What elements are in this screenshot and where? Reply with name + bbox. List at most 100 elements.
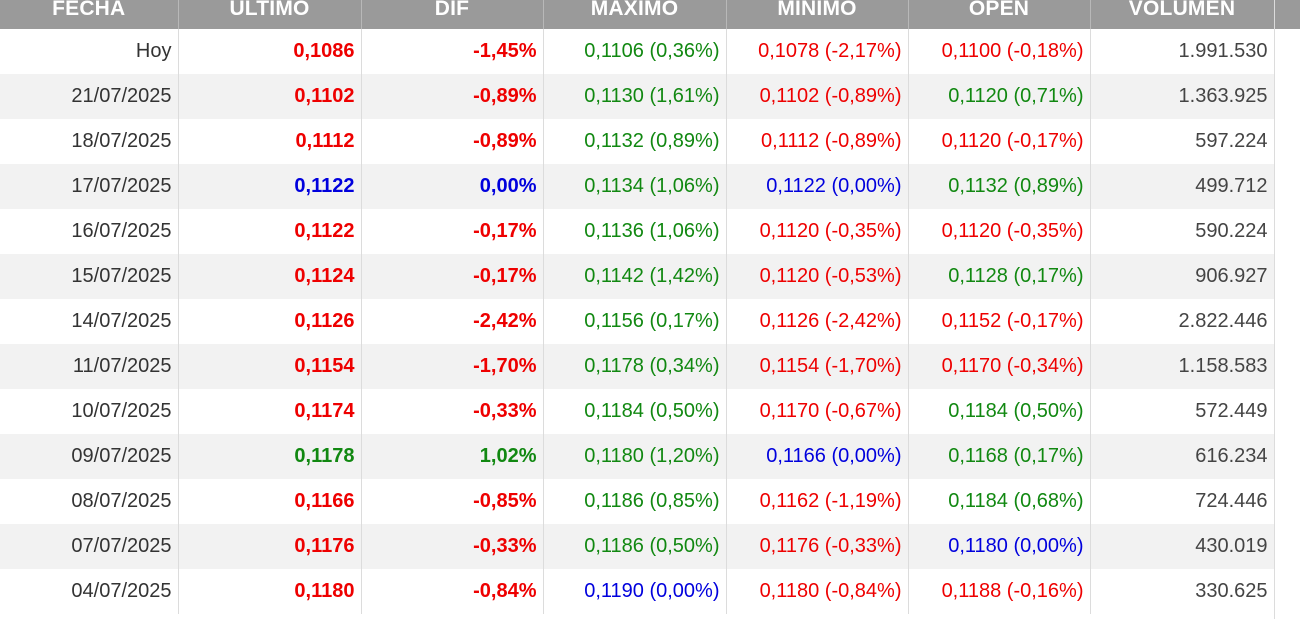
- cell-maximo: 0,1178 (0,34%): [543, 344, 727, 389]
- scroll-edge: [1274, 0, 1300, 619]
- cell-open: 0,1120 (-0,35%): [908, 209, 1091, 254]
- cell-open: 0,1128 (0,17%): [908, 254, 1091, 299]
- cell-ultimo: 0,1180: [178, 569, 362, 614]
- header-dif[interactable]: DIF: [361, 0, 544, 29]
- cell-volumen: 590.224: [1090, 209, 1275, 254]
- cell-open: 0,1168 (0,17%): [908, 434, 1091, 479]
- table-row: 18/07/2025 0,1112 -0,89% 0,1132 (0,89%) 0,11…: [0, 119, 1275, 164]
- cell-fecha: 04/07/2025: [0, 569, 179, 614]
- cell-minimo: 0,1122 (0,00%): [726, 164, 909, 209]
- table-row: 07/07/2025 0,1176 -0,33% 0,1186 (0,50%) 0,11…: [0, 524, 1275, 569]
- cell-open: 0,1120 (-0,17%): [908, 119, 1091, 164]
- cell-ultimo: 0,1086: [178, 29, 362, 74]
- cell-open: 0,1132 (0,89%): [908, 164, 1091, 209]
- table-row: 14/07/2025 0,1126 -2,42% 0,1156 (0,17%) 0,11…: [0, 299, 1275, 344]
- cell-minimo: 0,1120 (-0,53%): [726, 254, 909, 299]
- cell-open: 0,1152 (-0,17%): [908, 299, 1091, 344]
- cell-dif: -0,89%: [361, 119, 544, 164]
- cell-maximo: 0,1130 (1,61%): [543, 74, 727, 119]
- cell-minimo: 0,1154 (-1,70%): [726, 344, 909, 389]
- cell-maximo: 0,1190 (0,00%): [543, 569, 727, 614]
- cell-dif: -0,33%: [361, 524, 544, 569]
- cell-open: 0,1188 (-0,16%): [908, 569, 1091, 614]
- cell-volumen: 1.363.925: [1090, 74, 1275, 119]
- cell-volumen: 572.449: [1090, 389, 1275, 434]
- cell-minimo: 0,1180 (-0,84%): [726, 569, 909, 614]
- cell-minimo: 0,1166 (0,00%): [726, 434, 909, 479]
- cell-ultimo: 0,1154: [178, 344, 362, 389]
- cell-dif: -0,33%: [361, 389, 544, 434]
- cell-ultimo: 0,1122: [178, 209, 362, 254]
- cell-volumen: 597.224: [1090, 119, 1275, 164]
- table-row: 08/07/2025 0,1166 -0,85% 0,1186 (0,85%) 0,11…: [0, 479, 1275, 524]
- table-row: 17/07/2025 0,1122 0,00% 0,1134 (1,06%) 0,112…: [0, 164, 1275, 209]
- cell-minimo: 0,1162 (-1,19%): [726, 479, 909, 524]
- header-maximo[interactable]: MAXIMO: [543, 0, 727, 29]
- cell-fecha: 07/07/2025: [0, 524, 179, 569]
- table-row: 04/07/2025 0,1180 -0,84% 0,1190 (0,00%) 0,11…: [0, 569, 1275, 614]
- cell-fecha: 08/07/2025: [0, 479, 179, 524]
- cell-volumen: 1.158.583: [1090, 344, 1275, 389]
- header-open[interactable]: OPEN: [908, 0, 1091, 29]
- table-row: 10/07/2025 0,1174 -0,33% 0,1184 (0,50%) 0,11…: [0, 389, 1275, 434]
- table-row: Hoy 0,1086 -1,45% 0,1106 (0,36%) 0,1078 (-2,…: [0, 29, 1275, 74]
- cell-ultimo: 0,1102: [178, 74, 362, 119]
- cell-dif: -0,17%: [361, 209, 544, 254]
- table-row: 09/07/2025 0,1178 1,02% 0,1180 (1,20%) 0,116…: [0, 434, 1275, 479]
- cell-ultimo: 0,1174: [178, 389, 362, 434]
- cell-fecha: Hoy: [0, 29, 179, 74]
- cell-ultimo: 0,1178: [178, 434, 362, 479]
- historical-prices-table-container: FECHA ULTIMO DIF MAXIMO MINIMO OPEN VOLU…: [0, 0, 1300, 619]
- cell-dif: -0,89%: [361, 74, 544, 119]
- cell-fecha: 17/07/2025: [0, 164, 179, 209]
- cell-fecha: 10/07/2025: [0, 389, 179, 434]
- cell-fecha: 16/07/2025: [0, 209, 179, 254]
- cell-open: 0,1184 (0,68%): [908, 479, 1091, 524]
- cell-ultimo: 0,1122: [178, 164, 362, 209]
- cell-minimo: 0,1078 (-2,17%): [726, 29, 909, 74]
- cell-volumen: 906.927: [1090, 254, 1275, 299]
- cell-volumen: 430.019: [1090, 524, 1275, 569]
- cell-maximo: 0,1136 (1,06%): [543, 209, 727, 254]
- header-minimo[interactable]: MINIMO: [726, 0, 909, 29]
- cell-dif: -0,17%: [361, 254, 544, 299]
- cell-maximo: 0,1186 (0,50%): [543, 524, 727, 569]
- cell-maximo: 0,1142 (1,42%): [543, 254, 727, 299]
- cell-ultimo: 0,1176: [178, 524, 362, 569]
- table-row: 16/07/2025 0,1122 -0,17% 0,1136 (1,06%) 0,11…: [0, 209, 1275, 254]
- cell-maximo: 0,1132 (0,89%): [543, 119, 727, 164]
- cell-ultimo: 0,1126: [178, 299, 362, 344]
- cell-dif: 0,00%: [361, 164, 544, 209]
- cell-minimo: 0,1126 (-2,42%): [726, 299, 909, 344]
- table-body: Hoy 0,1086 -1,45% 0,1106 (0,36%) 0,1078 (-2,…: [0, 29, 1275, 614]
- cell-maximo: 0,1186 (0,85%): [543, 479, 727, 524]
- cell-fecha: 14/07/2025: [0, 299, 179, 344]
- cell-maximo: 0,1134 (1,06%): [543, 164, 727, 209]
- cell-fecha: 15/07/2025: [0, 254, 179, 299]
- header-volumen[interactable]: VOLUMEN: [1090, 0, 1275, 29]
- cell-minimo: 0,1176 (-0,33%): [726, 524, 909, 569]
- cell-dif: -2,42%: [361, 299, 544, 344]
- table-row: 11/07/2025 0,1154 -1,70% 0,1178 (0,34%) 0,11…: [0, 344, 1275, 389]
- cell-volumen: 330.625: [1090, 569, 1275, 614]
- cell-volumen: 616.234: [1090, 434, 1275, 479]
- header-ultimo[interactable]: ULTIMO: [178, 0, 362, 29]
- cell-minimo: 0,1102 (-0,89%): [726, 74, 909, 119]
- cell-minimo: 0,1120 (-0,35%): [726, 209, 909, 254]
- cell-volumen: 499.712: [1090, 164, 1275, 209]
- cell-dif: -1,45%: [361, 29, 544, 74]
- table-header: FECHA ULTIMO DIF MAXIMO MINIMO OPEN VOLU…: [0, 0, 1275, 29]
- cell-volumen: 724.446: [1090, 479, 1275, 524]
- cell-maximo: 0,1184 (0,50%): [543, 389, 727, 434]
- cell-maximo: 0,1106 (0,36%): [543, 29, 727, 74]
- cell-minimo: 0,1112 (-0,89%): [726, 119, 909, 164]
- cell-fecha: 18/07/2025: [0, 119, 179, 164]
- cell-maximo: 0,1156 (0,17%): [543, 299, 727, 344]
- cell-ultimo: 0,1166: [178, 479, 362, 524]
- header-fecha[interactable]: FECHA: [0, 0, 179, 29]
- scroll-edge-header: [1275, 0, 1300, 29]
- cell-dif: 1,02%: [361, 434, 544, 479]
- cell-dif: -0,84%: [361, 569, 544, 614]
- cell-volumen: 1.991.530: [1090, 29, 1275, 74]
- cell-ultimo: 0,1112: [178, 119, 362, 164]
